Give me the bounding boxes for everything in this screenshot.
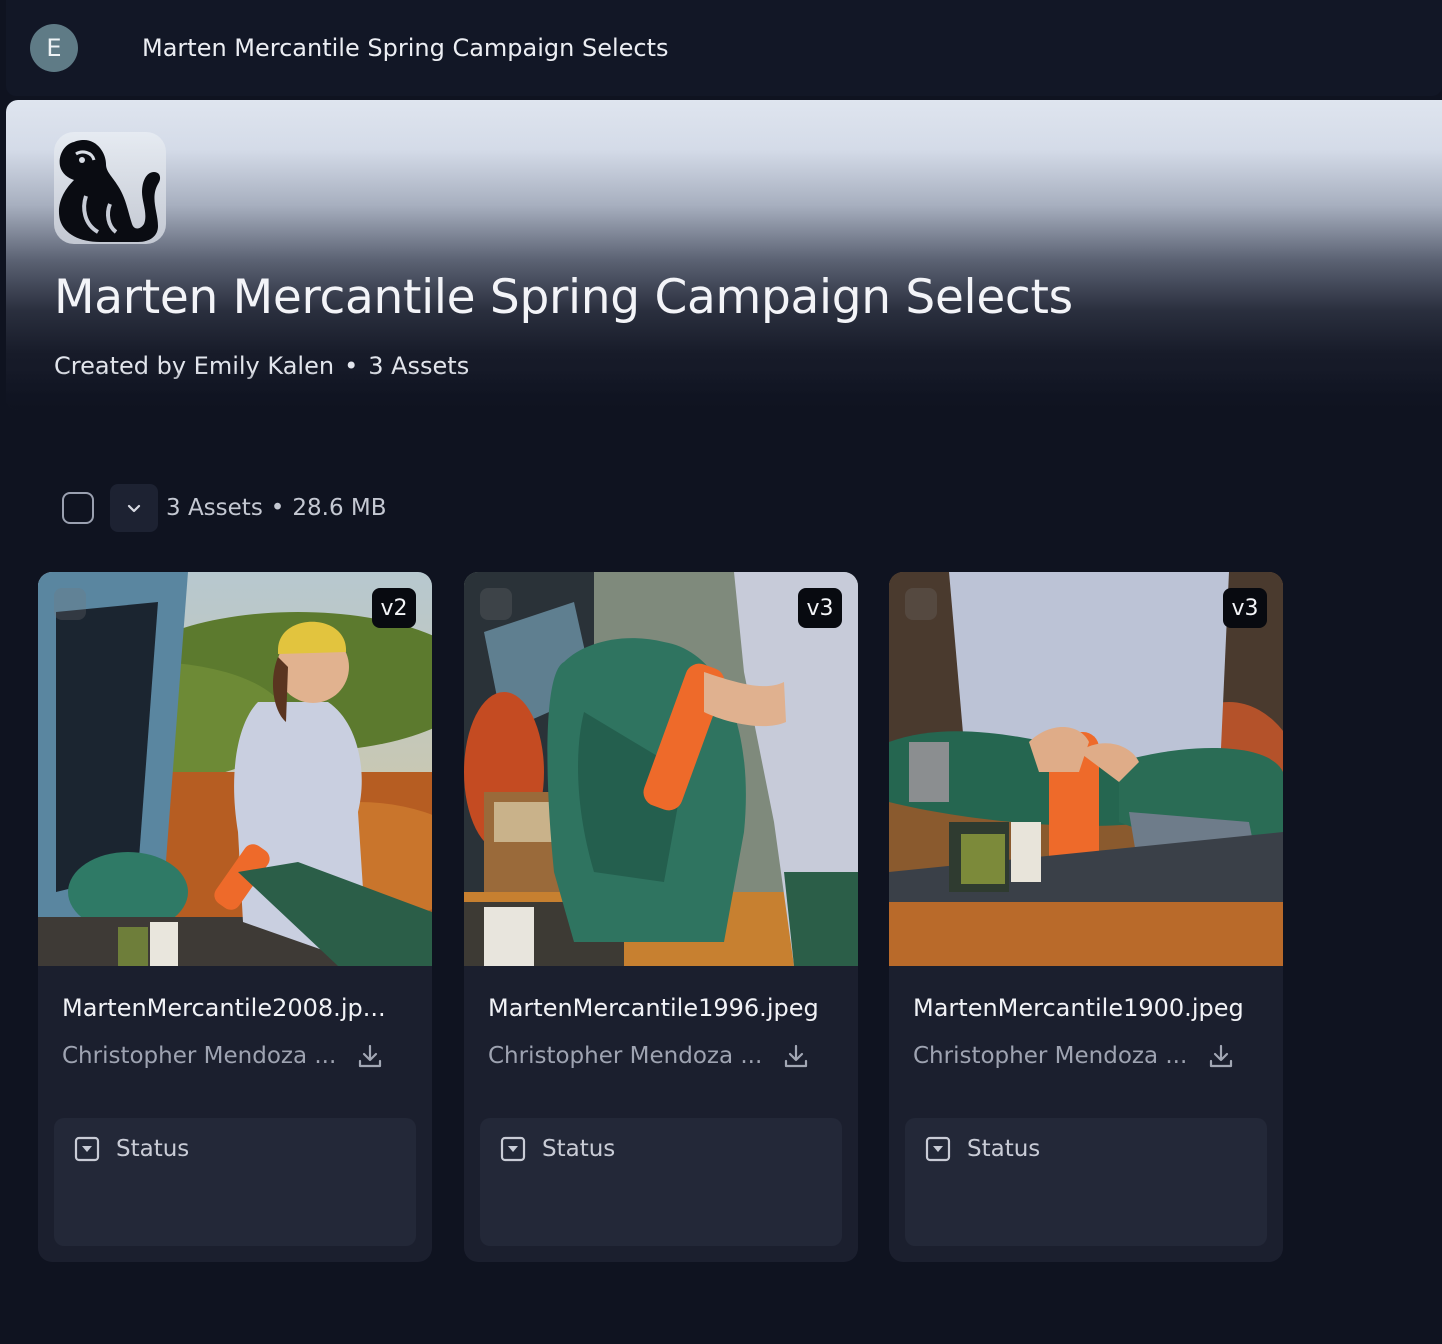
asset-filename[interactable]: MartenMercantile1996.jpeg — [488, 994, 838, 1022]
asset-toolbar: 3 Assets • 28.6 MB — [62, 484, 387, 532]
version-badge[interactable]: v3 — [798, 588, 842, 628]
asset-author-row: Christopher Mendoza ... — [913, 1042, 1235, 1070]
download-icon[interactable] — [782, 1042, 810, 1070]
asset-select-checkbox[interactable] — [480, 588, 512, 620]
status-dropdown-icon — [925, 1136, 951, 1162]
asset-thumbnail[interactable]: v2 — [38, 572, 432, 966]
asset-filename[interactable]: MartenMercantile1900.jpeg — [913, 994, 1263, 1022]
download-icon[interactable] — [1207, 1042, 1235, 1070]
status-field[interactable]: Status — [54, 1118, 416, 1246]
asset-summary: 3 Assets • 28.6 MB — [166, 495, 387, 521]
asset-summary-count: 3 Assets — [166, 495, 263, 521]
asset-summary-separator: • — [270, 495, 285, 521]
collection-header: Marten Mercantile Spring Campaign Select… — [6, 100, 1442, 410]
asset-author-row: Christopher Mendoza ... — [488, 1042, 810, 1070]
asset-card[interactable]: v2 MartenMercantile2008.jp... Christophe… — [38, 572, 432, 1262]
asset-author: Christopher Mendoza ... — [913, 1043, 1188, 1069]
asset-card[interactable]: v3 MartenMercantile1900.jpeg Christopher… — [889, 572, 1283, 1262]
collection-title: Marten Mercantile Spring Campaign Select… — [54, 270, 1073, 325]
header-fade — [6, 370, 1442, 410]
status-label: Status — [967, 1136, 1041, 1162]
status-dropdown-icon — [500, 1136, 526, 1162]
version-badge[interactable]: v2 — [372, 588, 416, 628]
status-field[interactable]: Status — [905, 1118, 1267, 1246]
asset-author: Christopher Mendoza ... — [62, 1043, 337, 1069]
asset-summary-size: 28.6 MB — [292, 495, 387, 521]
top-bar-title: Marten Mercantile Spring Campaign Select… — [142, 34, 669, 62]
status-selector[interactable]: Status — [74, 1136, 189, 1162]
asset-thumbnail[interactable]: v3 — [464, 572, 858, 966]
asset-filename[interactable]: MartenMercantile2008.jp... — [62, 994, 412, 1022]
status-selector[interactable]: Status — [925, 1136, 1040, 1162]
asset-select-checkbox[interactable] — [54, 588, 86, 620]
marten-logo-icon — [54, 132, 166, 244]
chevron-down-icon — [127, 504, 141, 513]
status-label: Status — [542, 1136, 616, 1162]
asset-select-checkbox[interactable] — [905, 588, 937, 620]
version-badge[interactable]: v3 — [1223, 588, 1267, 628]
select-options-button[interactable] — [110, 484, 158, 532]
status-label: Status — [116, 1136, 190, 1162]
select-all-checkbox[interactable] — [62, 492, 94, 524]
status-selector[interactable]: Status — [500, 1136, 615, 1162]
user-avatar[interactable]: E — [30, 24, 78, 72]
top-bar: E Marten Mercantile Spring Campaign Sele… — [6, 0, 1442, 96]
status-field[interactable]: Status — [480, 1118, 842, 1246]
status-dropdown-icon — [74, 1136, 100, 1162]
asset-author-row: Christopher Mendoza ... — [62, 1042, 384, 1070]
asset-card[interactable]: v3 MartenMercantile1996.jpeg Christopher… — [464, 572, 858, 1262]
asset-thumbnail[interactable]: v3 — [889, 572, 1283, 966]
download-icon[interactable] — [356, 1042, 384, 1070]
asset-author: Christopher Mendoza ... — [488, 1043, 763, 1069]
